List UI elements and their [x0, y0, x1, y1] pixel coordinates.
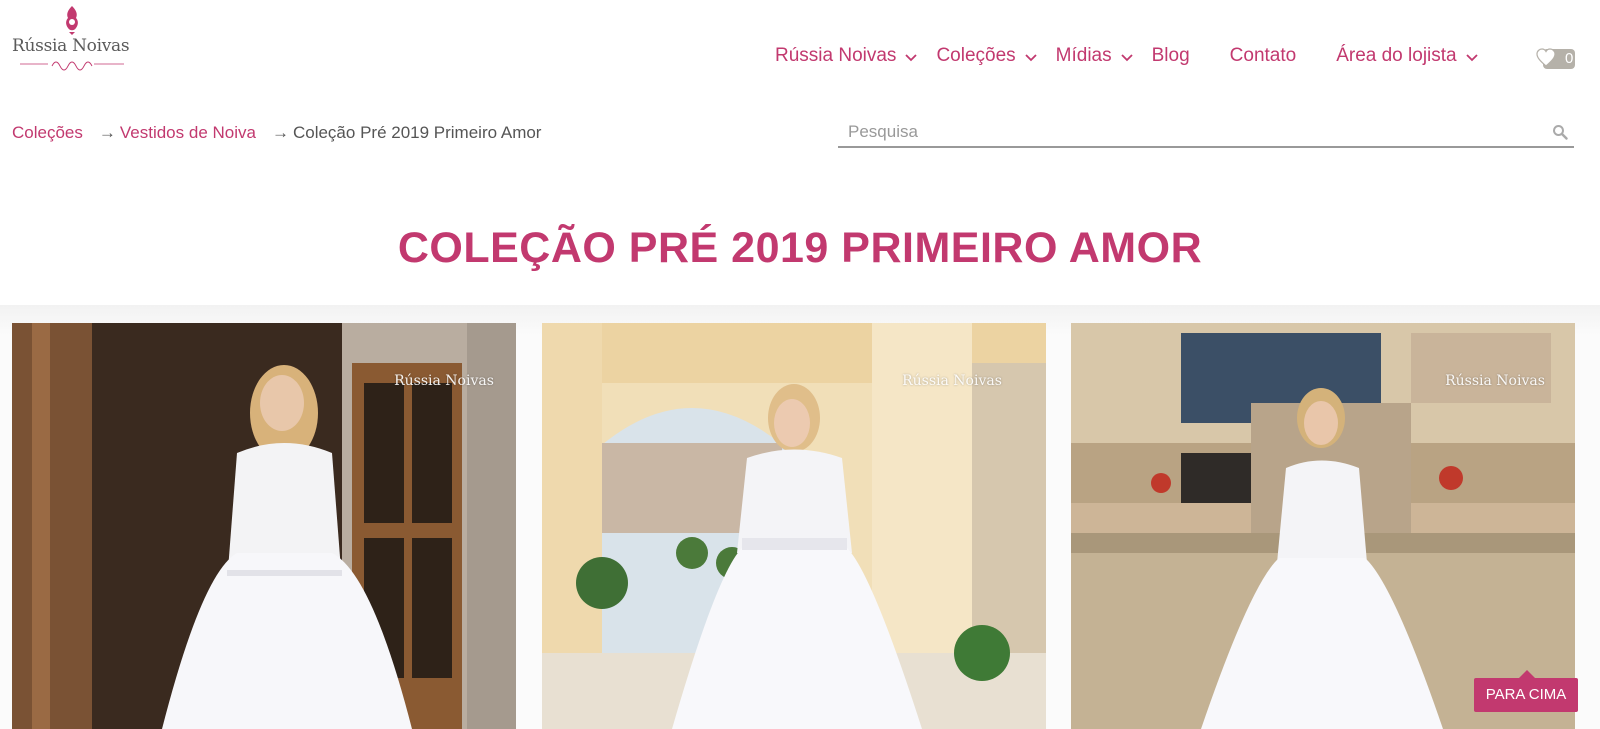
back-to-top-notch [1519, 670, 1535, 678]
back-to-top-label: PARA CIMA [1485, 686, 1567, 703]
watermark-text: Rússia Noivas [1445, 373, 1545, 389]
nav-item-label: Coleções [936, 45, 1016, 66]
nav-item-contato[interactable]: Contato [1230, 45, 1297, 67]
product-gallery: Rússia Noivas Rússia Noivas Rússia Noiva… [0, 305, 1600, 729]
chevron-down-icon [905, 54, 918, 62]
heart-icon [1536, 48, 1556, 67]
product-card[interactable]: Rússia Noivas [12, 323, 516, 729]
breadcrumb-link-vestidos-de-noiva[interactable]: Vestidos de Noiva [120, 123, 256, 143]
main-nav: Rússia Noivas Coleções Mídias Blog Conta… [775, 44, 1479, 68]
breadcrumb-current: Coleção Pré 2019 Primeiro Amor [292, 123, 542, 142]
nav-item-blog[interactable]: Blog [1152, 45, 1190, 67]
nav-item-midias[interactable]: Mídias [1056, 45, 1134, 67]
search-icon[interactable] [1552, 124, 1568, 140]
nav-item-area-do-lojista[interactable]: Área do lojista [1336, 45, 1478, 67]
chevron-down-icon [1465, 54, 1478, 62]
logo-emblem-icon [66, 6, 78, 35]
site-logo[interactable]: Rússia Noivas [12, 4, 130, 74]
breadcrumb: Coleções → Vestidos de Noiva → Coleção P… [12, 123, 541, 143]
wishlist-button[interactable]: 0 [1535, 47, 1575, 69]
search-input[interactable] [848, 120, 1528, 144]
page-title: COLEÇÃO PRÉ 2019 PRIMEIRO AMOR [397, 224, 1203, 272]
back-to-top-button[interactable]: PARA CIMA [1474, 670, 1578, 712]
breadcrumb-separator: → [98, 123, 116, 142]
product-card[interactable]: Rússia Noivas [1071, 323, 1575, 729]
nav-item-label: Blog [1151, 45, 1190, 66]
site-header: Rússia Noivas Rússia Noivas Coleções Míd… [0, 0, 1600, 110]
nav-item-label: Mídias [1055, 45, 1112, 66]
product-card[interactable]: Rússia Noivas [542, 323, 1046, 729]
chevron-down-icon [1025, 54, 1037, 62]
logo-name: Rússia Noivas [12, 36, 130, 56]
chevron-down-icon [1120, 54, 1133, 62]
logo-tagline-mark [20, 61, 124, 71]
nav-item-label: Contato [1229, 45, 1297, 66]
nav-item-label: Área do lojista [1336, 45, 1457, 66]
search-box [838, 118, 1574, 148]
wishlist-count: 0 [1565, 50, 1574, 67]
nav-item-label: Rússia Noivas [775, 45, 897, 66]
nav-item-russia-noivas[interactable]: Rússia Noivas [775, 45, 918, 67]
breadcrumb-link-colecoes[interactable]: Coleções [12, 123, 83, 143]
watermark-text: Rússia Noivas [902, 373, 1002, 389]
watermark-text: Rússia Noivas [394, 373, 494, 389]
breadcrumb-separator: → [271, 123, 289, 142]
nav-item-colecoes[interactable]: Coleções [936, 45, 1037, 67]
